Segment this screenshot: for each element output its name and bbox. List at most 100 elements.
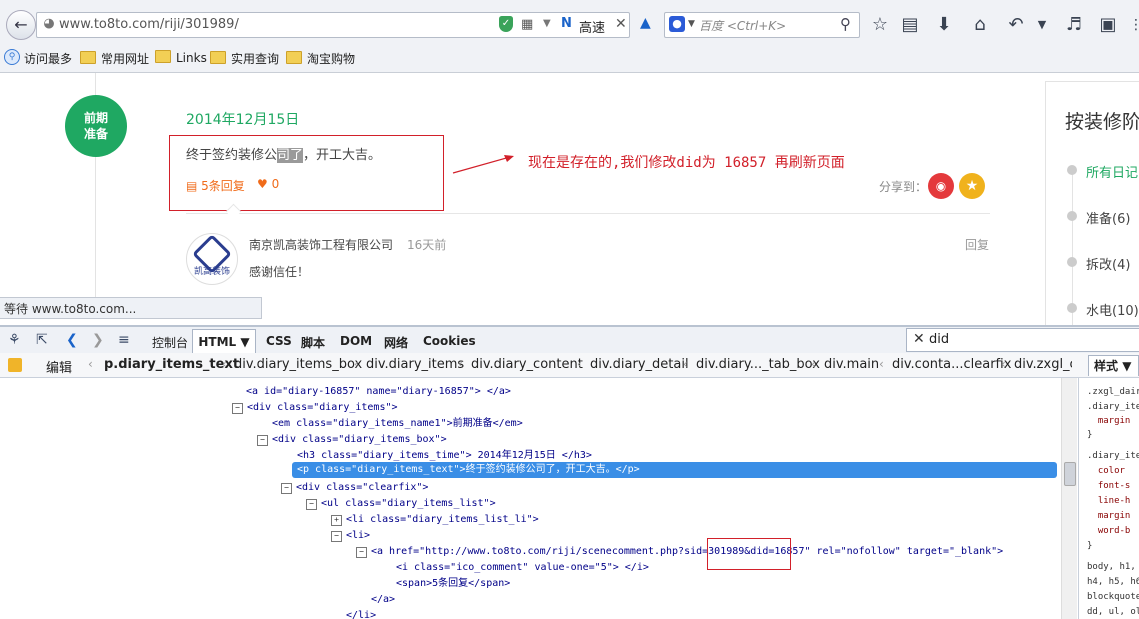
collapse-icon[interactable]: −	[232, 403, 243, 414]
baidu-paw-icon[interactable]: ●	[669, 16, 685, 32]
speed-mode-label[interactable]: 高速	[579, 17, 605, 36]
tab-html[interactable]: HTML ▼	[192, 329, 256, 354]
download-icon[interactable]: ⬇	[932, 13, 956, 37]
tree-node[interactable]: <a id="diary-16857" name="diary-16857"> …	[246, 384, 511, 400]
star-share-icon[interactable]: ★	[959, 173, 985, 199]
css-line[interactable]: body, h1,	[1087, 559, 1136, 575]
css-line[interactable]: dd, ul, ol	[1087, 604, 1139, 619]
breadcrumb-item[interactable]: div.diary_content	[471, 357, 583, 372]
tree-node[interactable]: + <li class="diary_items_list_li">	[331, 512, 539, 528]
css-line[interactable]: margin	[1087, 508, 1131, 524]
css-line[interactable]: .zxgl_dair	[1087, 384, 1139, 400]
tree-scrollbar[interactable]	[1061, 378, 1077, 619]
tree-node[interactable]: − <li>	[331, 528, 370, 544]
avatar[interactable]: 凯高装饰	[186, 233, 238, 285]
search-icon[interactable]: ⚲	[840, 15, 851, 33]
bookmark-useful-lookup[interactable]: 实用查询	[210, 50, 279, 67]
tab-console[interactable]: 控制台	[152, 334, 188, 351]
sidebar-item-prep[interactable]: 准备(6)	[1086, 208, 1130, 227]
more-icon[interactable]: ⋮	[1124, 13, 1139, 37]
sidebar-dot	[1067, 165, 1077, 175]
breadcrumb-item[interactable]: div.diary_items	[366, 357, 464, 372]
comment-reply-link[interactable]: 回复	[965, 236, 989, 253]
bookmark-taobao[interactable]: 淘宝购物	[286, 50, 355, 67]
tree-node[interactable]: − <a href="http://www.to8to.com/riji/scen…	[356, 544, 1003, 560]
tab-style[interactable]: 样式 ▼	[1088, 355, 1139, 376]
css-line[interactable]: line-h	[1087, 493, 1131, 509]
close-icon[interactable]: ✕	[615, 16, 627, 32]
fish-icon[interactable]: ▲	[640, 15, 651, 31]
scrollbar-thumb[interactable]	[1064, 462, 1076, 486]
tab-network[interactable]: 网络	[384, 334, 408, 351]
sidebar-item-demolition[interactable]: 拆改(4)	[1086, 254, 1130, 273]
breadcrumb-item[interactable]: p.diary_items_text	[104, 357, 239, 372]
tab-css[interactable]: CSS	[266, 334, 292, 348]
tree-node[interactable]: − <div class="clearfix">	[281, 480, 428, 496]
breadcrumb-item[interactable]: div.diary_detail	[590, 357, 689, 372]
sidebar-item-plumbing[interactable]: 水电(10)	[1086, 300, 1139, 319]
dropdown-icon[interactable]: ▼	[543, 18, 551, 29]
collapse-icon[interactable]: −	[331, 531, 342, 542]
css-line[interactable]: color	[1087, 463, 1125, 479]
tree-node[interactable]: − <div class="diary_items">	[232, 400, 398, 416]
bookmark-links[interactable]: Links	[155, 50, 207, 65]
back-icon[interactable]: ←	[6, 10, 36, 40]
command-line-icon[interactable]: ≡	[118, 332, 130, 348]
sidebar-item-all-diaries[interactable]: 所有日记	[1086, 162, 1138, 181]
shield-icon[interactable]: ✓	[499, 16, 513, 32]
breadcrumb-item[interactable]: div.zxgl_c	[1014, 357, 1072, 372]
tab-dom[interactable]: DOM	[340, 334, 372, 348]
firebug-search-value[interactable]: did	[929, 332, 949, 347]
breadcrumb-item[interactable]: div.conta...clearfix	[892, 357, 1011, 372]
inspect-icon[interactable]: ⇱	[36, 332, 48, 348]
collapse-icon[interactable]: −	[257, 435, 268, 446]
css-line[interactable]: h4, h5, h6	[1087, 574, 1139, 590]
crop-icon[interactable]: ▣	[1096, 13, 1120, 37]
tree-node[interactable]: <em class="diary_items_name1">前期准备</em>	[272, 416, 523, 432]
css-line[interactable]: margin	[1087, 413, 1131, 429]
tree-node[interactable]: − <div class="diary_items_box">	[257, 432, 447, 448]
css-line[interactable]: font-s	[1087, 478, 1131, 494]
weibo-icon[interactable]: ◉	[928, 173, 954, 199]
search-box[interactable]: ● ▼ 百度 <Ctrl+K> ⚲	[664, 12, 860, 38]
css-line[interactable]: .diary_ite	[1087, 448, 1139, 464]
tree-node[interactable]: <i class="ico_comment" value-one="5"> </…	[396, 560, 649, 576]
tab-script[interactable]: 脚本	[301, 334, 325, 351]
expand-icon[interactable]: +	[331, 515, 342, 526]
url-bar[interactable]: ◕ www.to8to.com/riji/301989/ ✓ ▦ ▼ N 高速 …	[36, 12, 630, 38]
collapse-icon[interactable]: −	[281, 483, 292, 494]
collapse-icon[interactable]: −	[356, 547, 367, 558]
reading-list-icon[interactable]: ▤	[898, 13, 922, 37]
home-icon[interactable]: ⌂	[968, 13, 992, 37]
tab-cookies[interactable]: Cookies	[423, 334, 476, 348]
url-text[interactable]: www.to8to.com/riji/301989/	[59, 17, 239, 32]
speaker-icon[interactable]: ♬	[1062, 13, 1086, 37]
bookmark-most-visited[interactable]: 访问最多	[24, 50, 72, 67]
chevron-down-icon[interactable]: ▼	[1030, 13, 1054, 37]
tree-node[interactable]: </li>	[346, 608, 376, 619]
undo-icon[interactable]: ↶	[1004, 13, 1028, 37]
css-line[interactable]: word-b	[1087, 523, 1131, 539]
tree-node[interactable]: <span>5条回复</span>	[396, 576, 510, 592]
firebug-bug-icon[interactable]: ⚘	[8, 332, 21, 348]
edit-button[interactable]: 编辑	[46, 357, 72, 376]
edit-icon[interactable]	[8, 358, 22, 372]
back-arrow-icon[interactable]: ❮	[66, 332, 78, 348]
breadcrumb-item[interactable]: div.main	[824, 357, 879, 372]
tree-node[interactable]: </a>	[371, 592, 395, 608]
search-placeholder[interactable]: 百度 <Ctrl+K>	[699, 17, 786, 34]
bookmark-star-icon[interactable]: ☆	[868, 13, 892, 37]
css-line[interactable]: blockquote	[1087, 589, 1139, 605]
comment-author[interactable]: 南京凯高装饰工程有限公司	[249, 236, 393, 253]
qr-code-icon[interactable]: ▦	[521, 17, 533, 32]
tree-node[interactable]: − <ul class="diary_items_list">	[306, 496, 496, 512]
chevron-down-icon[interactable]: ▼	[688, 19, 695, 29]
firebug-search[interactable]: ✕ did	[906, 328, 1139, 352]
breadcrumb-item[interactable]: div.diary..._tab_box	[696, 357, 820, 372]
clear-search-icon[interactable]: ✕	[913, 331, 925, 347]
forward-arrow-icon[interactable]: ❯	[92, 332, 104, 348]
selected-tree-node[interactable]: <p class="diary_items_text">终于签约装修公司了，开工…	[292, 462, 1057, 478]
breadcrumb-item[interactable]: div.diary_items_box	[234, 357, 362, 372]
bookmark-common-sites[interactable]: 常用网址	[80, 50, 149, 67]
collapse-icon[interactable]: −	[306, 499, 317, 510]
